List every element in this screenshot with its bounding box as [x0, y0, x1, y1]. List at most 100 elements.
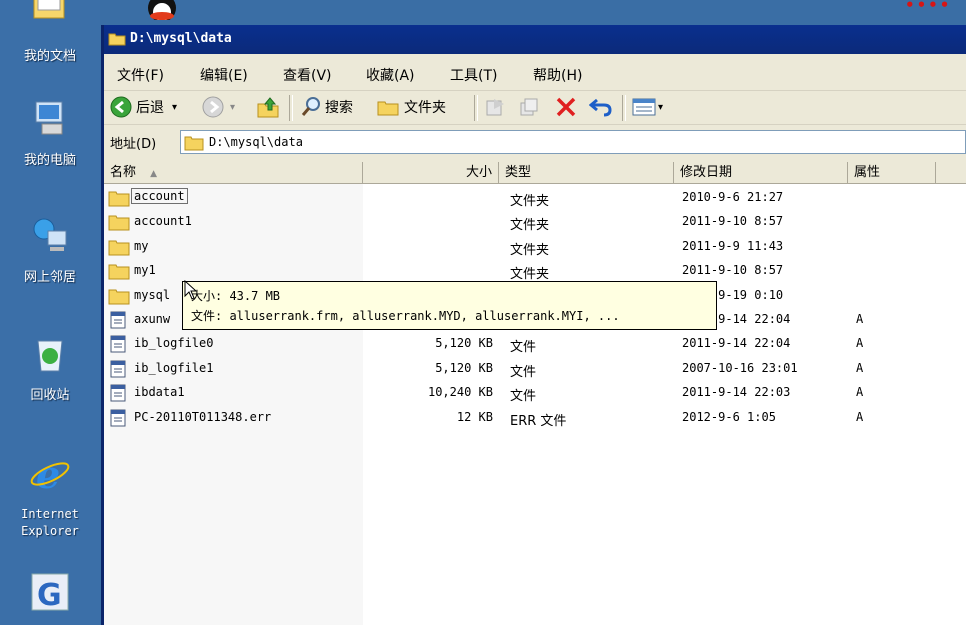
- internet-explorer-icon: e: [30, 452, 70, 497]
- file-row[interactable]: account1 文件夹 2011-9-10 8:57: [104, 210, 966, 234]
- sort-arrow-icon: ▲: [150, 169, 158, 179]
- app-g-icon: G: [31, 573, 69, 613]
- folders-button[interactable]: 文件夹: [377, 95, 446, 119]
- file-size: 10,240 KB: [427, 385, 493, 400]
- up-folder-button[interactable]: [256, 95, 280, 119]
- folder-icon: [108, 264, 130, 280]
- up-folder-icon: [257, 97, 279, 118]
- file-modified: 2011-9-10 8:57: [682, 214, 784, 229]
- file-row[interactable]: PC-20110T011348.err 12 KB ERR 文件 2012-9-6 1…: [104, 406, 966, 430]
- top-right-text: ••••: [905, 0, 952, 14]
- back-button[interactable]: 后退 ▾: [110, 95, 177, 119]
- undo-icon: [589, 98, 612, 117]
- file-icon: [110, 360, 126, 378]
- file-attributes: A: [856, 312, 864, 326]
- column-header-attributes[interactable]: 属性: [848, 162, 936, 184]
- menu-view[interactable]: 查看(V): [283, 65, 332, 85]
- file-name: PC-20110T011348.err: [134, 409, 272, 424]
- menu-help[interactable]: 帮助(H): [533, 65, 582, 85]
- copy-to-button[interactable]: [518, 95, 540, 119]
- toolbar-separator: [474, 95, 478, 121]
- move-to-icon: [486, 99, 504, 116]
- file-type: 文件: [510, 364, 537, 380]
- folder-icon: [377, 101, 399, 116]
- search-icon: [301, 97, 320, 116]
- file-attributes: A: [856, 409, 864, 424]
- menu-file[interactable]: 文件(F): [117, 65, 164, 85]
- file-row[interactable]: account 文件夹 2010-9-6 21:27: [104, 186, 966, 210]
- file-type: ERR 文件: [510, 413, 567, 429]
- file-name: account: [131, 188, 188, 204]
- chevron-down-icon[interactable]: ▾: [172, 102, 177, 113]
- desktop: 我的文档 我的电脑 网上邻居 回收站 e Internet Explorer G: [0, 0, 100, 625]
- file-icon: [110, 335, 126, 353]
- folder-icon: [108, 240, 130, 256]
- file-modified: 2011-9-14 22:03: [682, 385, 791, 400]
- desktop-item-my-computer[interactable]: 我的电脑: [0, 98, 100, 169]
- file-type: 文件: [510, 389, 537, 405]
- menu-tools[interactable]: 工具(T): [450, 65, 497, 85]
- folders-label: 文件夹: [404, 100, 446, 116]
- desktop-item-my-documents[interactable]: 我的文档: [0, 0, 100, 65]
- file-icon: [110, 311, 126, 329]
- file-row[interactable]: my1 文件夹 2011-9-10 8:57: [104, 259, 966, 283]
- folder-icon: [108, 33, 126, 46]
- undo-button[interactable]: [589, 95, 613, 119]
- address-label: 地址(D): [110, 137, 157, 152]
- address-value: D:\mysql\data: [209, 135, 303, 149]
- title-bar[interactable]: D:\mysql\data: [104, 25, 966, 54]
- folder-icon: [108, 289, 130, 305]
- toolbar-separator: [622, 95, 626, 121]
- file-size: 12 KB: [456, 409, 493, 424]
- file-row[interactable]: ibdata1 10,240 KB 文件 2011-9-14 22:03 A: [104, 381, 966, 405]
- file-name: ib_logfile1: [134, 360, 214, 375]
- address-bar: 地址(D) D:\mysql\data: [104, 125, 966, 159]
- desktop-item-label: 我的电脑: [23, 153, 76, 168]
- desktop-item-shortcut[interactable]: G: [0, 570, 100, 624]
- svg-text:e: e: [36, 452, 60, 496]
- toolbar-separator: [289, 95, 293, 121]
- file-attributes: A: [856, 336, 864, 351]
- desktop-item-network[interactable]: 网上邻居: [0, 215, 100, 286]
- forward-button[interactable]: ▾: [202, 95, 235, 119]
- folder-icon: [184, 136, 204, 151]
- file-icon: [110, 384, 126, 402]
- column-header-modified[interactable]: 修改日期: [674, 162, 848, 184]
- column-header-size[interactable]: 大小: [363, 162, 499, 184]
- file-type: 文件: [510, 340, 537, 356]
- chevron-down-icon[interactable]: ▾: [658, 102, 663, 113]
- move-to-button[interactable]: [484, 95, 506, 119]
- address-input[interactable]: D:\mysql\data: [180, 130, 966, 154]
- mouse-cursor-icon: [184, 280, 198, 300]
- forward-arrow-icon: [202, 96, 224, 118]
- file-modified: 2011-9-9 11:43: [682, 238, 784, 253]
- desktop-item-label: Internet Explorer: [21, 507, 79, 538]
- column-header-name[interactable]: 名称 ▲: [104, 162, 363, 184]
- file-size: 5,120 KB: [435, 336, 493, 351]
- file-list: 名称 ▲ 大小 类型 修改日期 属性 account 文件夹 2010-9-6 21…: [104, 162, 966, 625]
- delete-button[interactable]: [555, 95, 577, 119]
- file-modified: 2010-9-6 21:27: [682, 190, 784, 204]
- my-documents-icon: [33, 0, 65, 19]
- desktop-item-label: 我的文档: [23, 49, 76, 64]
- menu-favorites[interactable]: 收藏(A): [366, 65, 415, 85]
- column-header-type[interactable]: 类型: [499, 162, 674, 184]
- file-row[interactable]: ib_logfile1 5,120 KB 文件 2007-10-16 23:01 A: [104, 357, 966, 381]
- file-row[interactable]: ib_logfile0 5,120 KB 文件 2011-9-14 22:04 A: [104, 332, 966, 356]
- column-name-label: 名称: [110, 165, 137, 180]
- views-button[interactable]: ▾: [632, 95, 663, 119]
- file-row[interactable]: my 文件夹 2011-9-9 11:43: [104, 235, 966, 259]
- copy-to-icon: [520, 98, 538, 116]
- desktop-item-recycle-bin[interactable]: 回收站: [0, 333, 100, 404]
- chevron-down-icon[interactable]: ▾: [230, 102, 235, 113]
- search-button[interactable]: 搜索: [300, 95, 353, 119]
- tooltip-size: 大小: 43.7 MB: [191, 289, 281, 303]
- recycle-bin-icon: [37, 340, 63, 372]
- folder-info-tooltip: 大小: 43.7 MB 文件: alluserrank.frm, alluser…: [182, 281, 717, 330]
- menu-edit[interactable]: 编辑(E): [200, 65, 248, 85]
- search-label: 搜索: [325, 100, 353, 116]
- desktop-item-internet-explorer[interactable]: e Internet Explorer: [0, 452, 100, 540]
- folder-icon: [108, 191, 130, 207]
- desktop-item-label: 网上邻居: [23, 270, 76, 285]
- desktop-item-label: 回收站: [30, 388, 70, 403]
